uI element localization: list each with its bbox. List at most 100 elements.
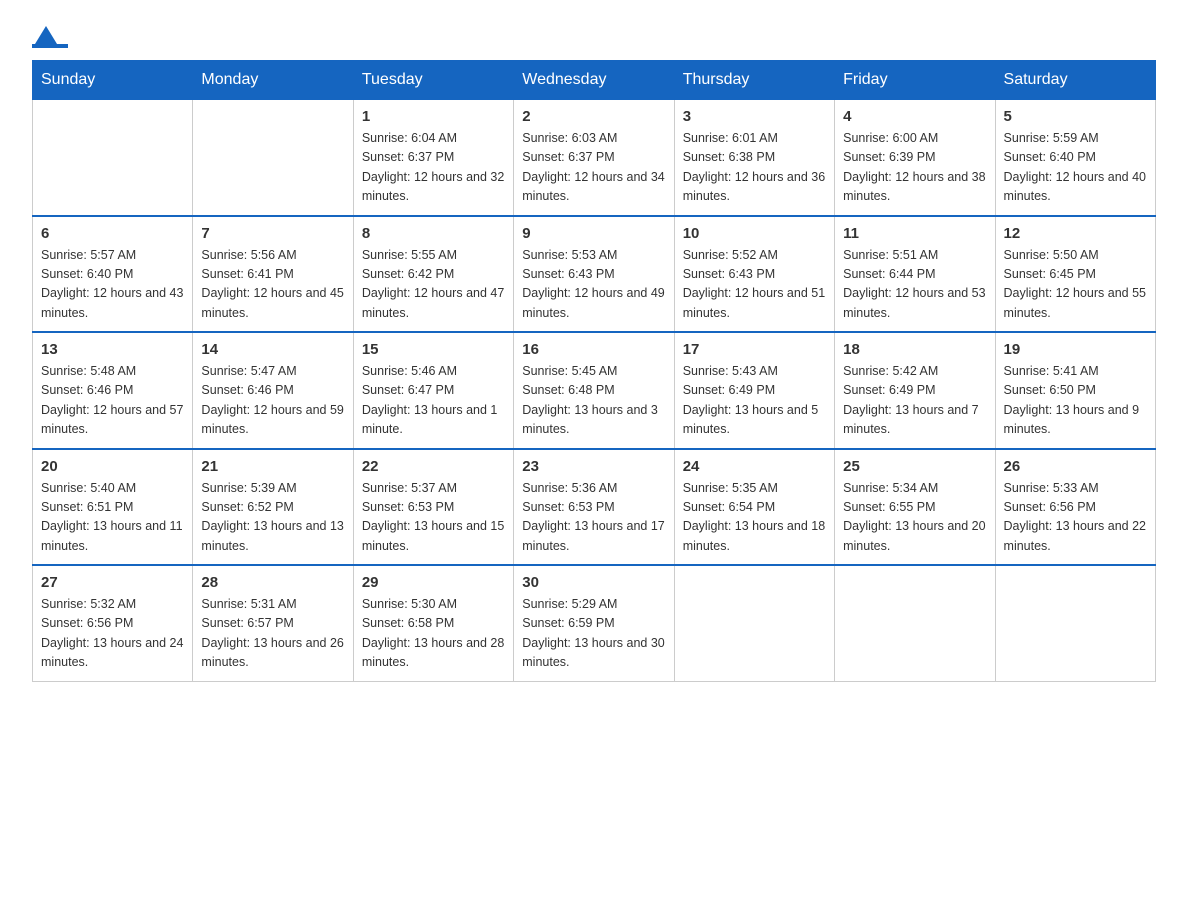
calendar-cell-1-4: 2Sunrise: 6:03 AMSunset: 6:37 PMDaylight… (514, 100, 674, 216)
day-info: Sunrise: 5:29 AMSunset: 6:59 PMDaylight:… (522, 595, 665, 673)
calendar-cell-4-5: 24Sunrise: 5:35 AMSunset: 6:54 PMDayligh… (674, 449, 834, 566)
calendar-week-3: 13 Sunrise: 5:48 AMSunset: 6:46 PMDayligh… (33, 332, 1156, 449)
day-info: Sunrise: 6:00 AMSunset: 6:39 PMDaylight:… (843, 129, 986, 207)
day-info: Sunrise: 5:32 AMSunset: 6:56 PMDaylight:… (41, 595, 184, 673)
day-number: 4 (843, 108, 986, 125)
calendar-cell-1-7: 5 Sunrise: 5:59 AMSunset: 6:40 PMDaylight… (995, 100, 1155, 216)
day-number: 25 (843, 458, 986, 475)
day-number: 24 (683, 458, 826, 475)
day-number: 12 (1004, 225, 1147, 242)
calendar-week-2: 6 Sunrise: 5:57 AMSunset: 6:40 PMDaylight… (33, 216, 1156, 333)
day-info: Sunrise: 5:45 AMSunset: 6:48 PMDaylight:… (522, 362, 665, 440)
day-info: Sunrise: 5:59 AMSunset: 6:40 PMDaylight:… (1004, 129, 1147, 207)
day-number: 5 (1004, 108, 1147, 125)
logo-triangle-icon (35, 26, 57, 44)
day-info: Sunrise: 6:04 AMSunset: 6:37 PMDaylight:… (362, 129, 505, 207)
day-number: 14 (201, 341, 344, 358)
day-number: 3 (683, 108, 826, 125)
day-info: Sunrise: 5:39 AMSunset: 6:52 PMDaylight:… (201, 479, 344, 557)
calendar-cell-2-3: 8 Sunrise: 5:55 AMSunset: 6:42 PMDaylight… (353, 216, 513, 333)
day-info: Sunrise: 5:42 AMSunset: 6:49 PMDaylight:… (843, 362, 986, 440)
calendar-cell-5-1: 27 Sunrise: 5:32 AMSunset: 6:56 PMDayligh… (33, 565, 193, 681)
calendar-cell-2-1: 6 Sunrise: 5:57 AMSunset: 6:40 PMDaylight… (33, 216, 193, 333)
day-number: 16 (522, 341, 665, 358)
day-info: Sunrise: 5:50 AMSunset: 6:45 PMDaylight:… (1004, 246, 1147, 324)
calendar-cell-5-6 (835, 565, 995, 681)
day-info: Sunrise: 5:34 AMSunset: 6:55 PMDaylight:… (843, 479, 986, 557)
day-info: Sunrise: 5:47 AMSunset: 6:46 PMDaylight:… (201, 362, 344, 440)
calendar-cell-4-3: 22 Sunrise: 5:37 AMSunset: 6:53 PMDayligh… (353, 449, 513, 566)
day-info: Sunrise: 5:52 AMSunset: 6:43 PMDaylight:… (683, 246, 826, 324)
day-info: Sunrise: 5:48 AMSunset: 6:46 PMDaylight:… (41, 362, 184, 440)
day-number: 2 (522, 108, 665, 125)
calendar-cell-1-2 (193, 100, 353, 216)
day-info: Sunrise: 5:41 AMSunset: 6:50 PMDaylight:… (1004, 362, 1147, 440)
calendar-cell-4-2: 21 Sunrise: 5:39 AMSunset: 6:52 PMDayligh… (193, 449, 353, 566)
calendar-table: SundayMondayTuesdayWednesdayThursdayFrid… (32, 60, 1156, 682)
day-number: 23 (522, 458, 665, 475)
day-number: 27 (41, 574, 184, 591)
calendar-header-thursday: Thursday (674, 61, 834, 100)
page-header (32, 24, 1156, 48)
day-number: 30 (522, 574, 665, 591)
calendar-cell-5-3: 29 Sunrise: 5:30 AMSunset: 6:58 PMDayligh… (353, 565, 513, 681)
calendar-cell-3-2: 14 Sunrise: 5:47 AMSunset: 6:46 PMDayligh… (193, 332, 353, 449)
day-number: 18 (843, 341, 986, 358)
calendar-cell-4-1: 20Sunrise: 5:40 AMSunset: 6:51 PMDayligh… (33, 449, 193, 566)
day-number: 6 (41, 225, 184, 242)
day-info: Sunrise: 5:33 AMSunset: 6:56 PMDaylight:… (1004, 479, 1147, 557)
calendar-header-saturday: Saturday (995, 61, 1155, 100)
calendar-cell-3-1: 13 Sunrise: 5:48 AMSunset: 6:46 PMDayligh… (33, 332, 193, 449)
calendar-cell-2-5: 10Sunrise: 5:52 AMSunset: 6:43 PMDayligh… (674, 216, 834, 333)
calendar-week-4: 20Sunrise: 5:40 AMSunset: 6:51 PMDayligh… (33, 449, 1156, 566)
calendar-header-friday: Friday (835, 61, 995, 100)
calendar-cell-1-5: 3 Sunrise: 6:01 AMSunset: 6:38 PMDaylight… (674, 100, 834, 216)
calendar-cell-2-4: 9Sunrise: 5:53 AMSunset: 6:43 PMDaylight… (514, 216, 674, 333)
calendar-cell-4-7: 26 Sunrise: 5:33 AMSunset: 6:56 PMDayligh… (995, 449, 1155, 566)
calendar-cell-5-4: 30 Sunrise: 5:29 AMSunset: 6:59 PMDayligh… (514, 565, 674, 681)
calendar-cell-4-6: 25 Sunrise: 5:34 AMSunset: 6:55 PMDayligh… (835, 449, 995, 566)
day-number: 8 (362, 225, 505, 242)
day-info: Sunrise: 5:56 AMSunset: 6:41 PMDaylight:… (201, 246, 344, 324)
calendar-cell-1-3: 1 Sunrise: 6:04 AMSunset: 6:37 PMDaylight… (353, 100, 513, 216)
day-info: Sunrise: 5:30 AMSunset: 6:58 PMDaylight:… (362, 595, 505, 673)
day-number: 11 (843, 225, 986, 242)
day-info: Sunrise: 5:36 AMSunset: 6:53 PMDaylight:… (522, 479, 665, 557)
calendar-cell-2-2: 7 Sunrise: 5:56 AMSunset: 6:41 PMDaylight… (193, 216, 353, 333)
day-number: 29 (362, 574, 505, 591)
day-number: 22 (362, 458, 505, 475)
day-number: 21 (201, 458, 344, 475)
calendar-header-monday: Monday (193, 61, 353, 100)
day-info: Sunrise: 5:55 AMSunset: 6:42 PMDaylight:… (362, 246, 505, 324)
calendar-cell-3-4: 16 Sunrise: 5:45 AMSunset: 6:48 PMDayligh… (514, 332, 674, 449)
day-number: 19 (1004, 341, 1147, 358)
day-number: 26 (1004, 458, 1147, 475)
day-number: 17 (683, 341, 826, 358)
calendar-header-wednesday: Wednesday (514, 61, 674, 100)
day-number: 28 (201, 574, 344, 591)
calendar-cell-3-3: 15Sunrise: 5:46 AMSunset: 6:47 PMDayligh… (353, 332, 513, 449)
calendar-cell-2-6: 11 Sunrise: 5:51 AMSunset: 6:44 PMDayligh… (835, 216, 995, 333)
calendar-cell-5-5 (674, 565, 834, 681)
calendar-header-row: SundayMondayTuesdayWednesdayThursdayFrid… (33, 61, 1156, 100)
day-info: Sunrise: 5:53 AMSunset: 6:43 PMDaylight:… (522, 246, 665, 324)
calendar-cell-3-6: 18 Sunrise: 5:42 AMSunset: 6:49 PMDayligh… (835, 332, 995, 449)
day-info: Sunrise: 5:37 AMSunset: 6:53 PMDaylight:… (362, 479, 505, 557)
day-number: 7 (201, 225, 344, 242)
calendar-header-tuesday: Tuesday (353, 61, 513, 100)
calendar-week-1: 1 Sunrise: 6:04 AMSunset: 6:37 PMDaylight… (33, 100, 1156, 216)
day-info: Sunrise: 5:51 AMSunset: 6:44 PMDaylight:… (843, 246, 986, 324)
day-number: 1 (362, 108, 505, 125)
calendar-cell-3-5: 17 Sunrise: 5:43 AMSunset: 6:49 PMDayligh… (674, 332, 834, 449)
logo-bar (32, 44, 68, 48)
day-info: Sunrise: 6:01 AMSunset: 6:38 PMDaylight:… (683, 129, 826, 207)
calendar-cell-5-2: 28Sunrise: 5:31 AMSunset: 6:57 PMDayligh… (193, 565, 353, 681)
day-info: Sunrise: 5:57 AMSunset: 6:40 PMDaylight:… (41, 246, 184, 324)
logo (32, 24, 72, 48)
day-number: 13 (41, 341, 184, 358)
day-info: Sunrise: 5:40 AMSunset: 6:51 PMDaylight:… (41, 479, 184, 557)
calendar-header-sunday: Sunday (33, 61, 193, 100)
day-number: 15 (362, 341, 505, 358)
day-info: Sunrise: 5:43 AMSunset: 6:49 PMDaylight:… (683, 362, 826, 440)
calendar-cell-1-1 (33, 100, 193, 216)
